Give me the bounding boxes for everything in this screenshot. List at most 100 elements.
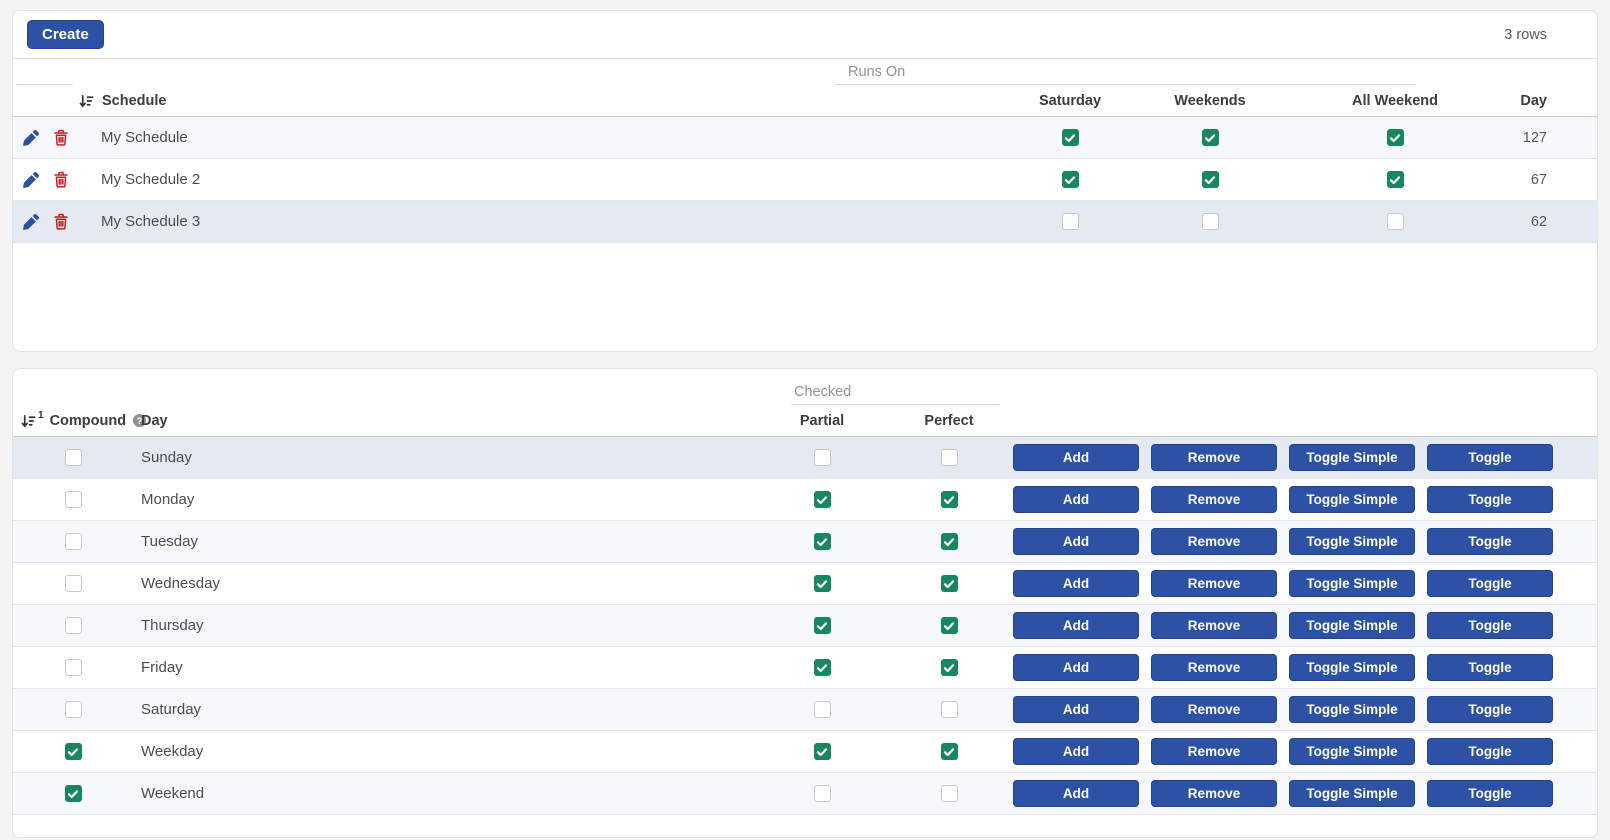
compound-checkbox[interactable] (64, 491, 82, 508)
remove-button[interactable]: Remove (1151, 780, 1277, 807)
day-row[interactable]: Wednesday Add Remove Toggle Simple Toggle (13, 563, 1597, 605)
toggle-simple-button[interactable]: Toggle Simple (1289, 696, 1415, 723)
partial-checkbox[interactable] (813, 575, 831, 592)
day-row[interactable]: Tuesday Add Remove Toggle Simple Toggle (13, 521, 1597, 563)
add-button[interactable]: Add (1013, 570, 1139, 597)
schedule-row[interactable]: My Schedule 127 (13, 117, 1597, 159)
toggle-button[interactable]: Toggle (1427, 696, 1553, 723)
toggle-button[interactable]: Toggle (1427, 780, 1553, 807)
weekends-column-header[interactable]: Weekends (1140, 93, 1280, 109)
delete-icon[interactable] (53, 129, 69, 146)
toggle-simple-button[interactable]: Toggle Simple (1289, 528, 1415, 555)
partial-column-header[interactable]: Partial (752, 413, 892, 429)
saturday-column-header[interactable]: Saturday (1000, 93, 1140, 109)
day-column-header[interactable]: Day (1510, 93, 1597, 109)
schedule-row[interactable]: My Schedule 3 62 (13, 201, 1597, 243)
toggle-simple-button[interactable]: Toggle Simple (1289, 612, 1415, 639)
perfect-checkbox[interactable] (940, 701, 958, 718)
all-weekend-checkbox[interactable] (1386, 129, 1404, 146)
perfect-checkbox[interactable] (940, 533, 958, 550)
day-row[interactable]: Sunday Add Remove Toggle Simple Toggle (13, 437, 1597, 479)
remove-button[interactable]: Remove (1151, 528, 1277, 555)
day-row[interactable]: Saturday Add Remove Toggle Simple Toggle (13, 689, 1597, 731)
day-column-header[interactable]: Day (133, 413, 752, 429)
saturday-checkbox[interactable] (1061, 129, 1079, 146)
day-row[interactable]: Weekday Add Remove Toggle Simple Toggle (13, 731, 1597, 773)
compound-checkbox[interactable] (64, 659, 82, 676)
compound-checkbox[interactable] (64, 743, 82, 760)
delete-icon[interactable] (53, 213, 69, 230)
day-row[interactable]: Thursday Add Remove Toggle Simple Toggle (13, 605, 1597, 647)
saturday-checkbox[interactable] (1061, 171, 1079, 188)
toggle-button[interactable]: Toggle (1427, 486, 1553, 513)
edit-icon[interactable] (23, 171, 39, 188)
toggle-simple-button[interactable]: Toggle Simple (1289, 780, 1415, 807)
schedule-row[interactable]: My Schedule 2 67 (13, 159, 1597, 201)
all-weekend-checkbox[interactable] (1386, 213, 1404, 230)
remove-button[interactable]: Remove (1151, 612, 1277, 639)
partial-checkbox[interactable] (813, 533, 831, 550)
add-button[interactable]: Add (1013, 612, 1139, 639)
remove-button[interactable]: Remove (1151, 654, 1277, 681)
toggle-simple-button[interactable]: Toggle Simple (1289, 738, 1415, 765)
day-row[interactable]: Weekend Add Remove Toggle Simple Toggle (13, 773, 1597, 815)
delete-icon[interactable] (53, 171, 69, 188)
compound-checkbox[interactable] (64, 533, 82, 550)
perfect-checkbox[interactable] (940, 575, 958, 592)
toggle-button[interactable]: Toggle (1427, 570, 1553, 597)
partial-checkbox[interactable] (813, 449, 831, 466)
add-button[interactable]: Add (1013, 654, 1139, 681)
remove-button[interactable]: Remove (1151, 696, 1277, 723)
toggle-button[interactable]: Toggle (1427, 738, 1553, 765)
toggle-simple-button[interactable]: Toggle Simple (1289, 486, 1415, 513)
perfect-checkbox[interactable] (940, 785, 958, 802)
remove-button[interactable]: Remove (1151, 486, 1277, 513)
schedule-column-header[interactable]: Schedule (76, 93, 1000, 109)
toggle-button[interactable]: Toggle (1427, 528, 1553, 555)
add-button[interactable]: Add (1013, 444, 1139, 471)
perfect-checkbox[interactable] (940, 743, 958, 760)
compound-checkbox[interactable] (64, 785, 82, 802)
weekends-checkbox[interactable] (1201, 129, 1219, 146)
add-button[interactable]: Add (1013, 780, 1139, 807)
perfect-column-header[interactable]: Perfect (892, 413, 1006, 429)
remove-button[interactable]: Remove (1151, 444, 1277, 471)
compound-checkbox[interactable] (64, 575, 82, 592)
toggle-simple-button[interactable]: Toggle Simple (1289, 654, 1415, 681)
toggle-button[interactable]: Toggle (1427, 444, 1553, 471)
partial-checkbox[interactable] (813, 743, 831, 760)
toggle-button[interactable]: Toggle (1427, 612, 1553, 639)
compound-checkbox[interactable] (64, 449, 82, 466)
remove-button[interactable]: Remove (1151, 570, 1277, 597)
edit-icon[interactable] (23, 213, 39, 230)
perfect-checkbox[interactable] (940, 449, 958, 466)
partial-checkbox[interactable] (813, 617, 831, 634)
toggle-button[interactable]: Toggle (1427, 654, 1553, 681)
compound-checkbox[interactable] (64, 617, 82, 634)
toggle-simple-button[interactable]: Toggle Simple (1289, 570, 1415, 597)
perfect-checkbox[interactable] (940, 491, 958, 508)
partial-checkbox[interactable] (813, 659, 831, 676)
partial-checkbox[interactable] (813, 701, 831, 718)
edit-icon[interactable] (23, 129, 39, 146)
weekends-checkbox[interactable] (1201, 213, 1219, 230)
all-weekend-checkbox[interactable] (1386, 171, 1404, 188)
remove-button[interactable]: Remove (1151, 738, 1277, 765)
add-button[interactable]: Add (1013, 486, 1139, 513)
partial-checkbox[interactable] (813, 491, 831, 508)
toggle-simple-button[interactable]: Toggle Simple (1289, 444, 1415, 471)
perfect-checkbox[interactable] (940, 659, 958, 676)
perfect-checkbox[interactable] (940, 617, 958, 634)
compound-checkbox[interactable] (64, 701, 82, 718)
add-button[interactable]: Add (1013, 528, 1139, 555)
compound-column-header[interactable]: 1 Compound ? (13, 410, 147, 429)
weekends-checkbox[interactable] (1201, 171, 1219, 188)
day-row[interactable]: Friday Add Remove Toggle Simple Toggle (13, 647, 1597, 689)
add-button[interactable]: Add (1013, 738, 1139, 765)
add-button[interactable]: Add (1013, 696, 1139, 723)
saturday-checkbox[interactable] (1061, 213, 1079, 230)
partial-checkbox[interactable] (813, 785, 831, 802)
day-row[interactable]: Monday Add Remove Toggle Simple Toggle (13, 479, 1597, 521)
create-button[interactable]: Create (27, 20, 104, 49)
all-weekend-column-header[interactable]: All Weekend (1280, 93, 1510, 109)
